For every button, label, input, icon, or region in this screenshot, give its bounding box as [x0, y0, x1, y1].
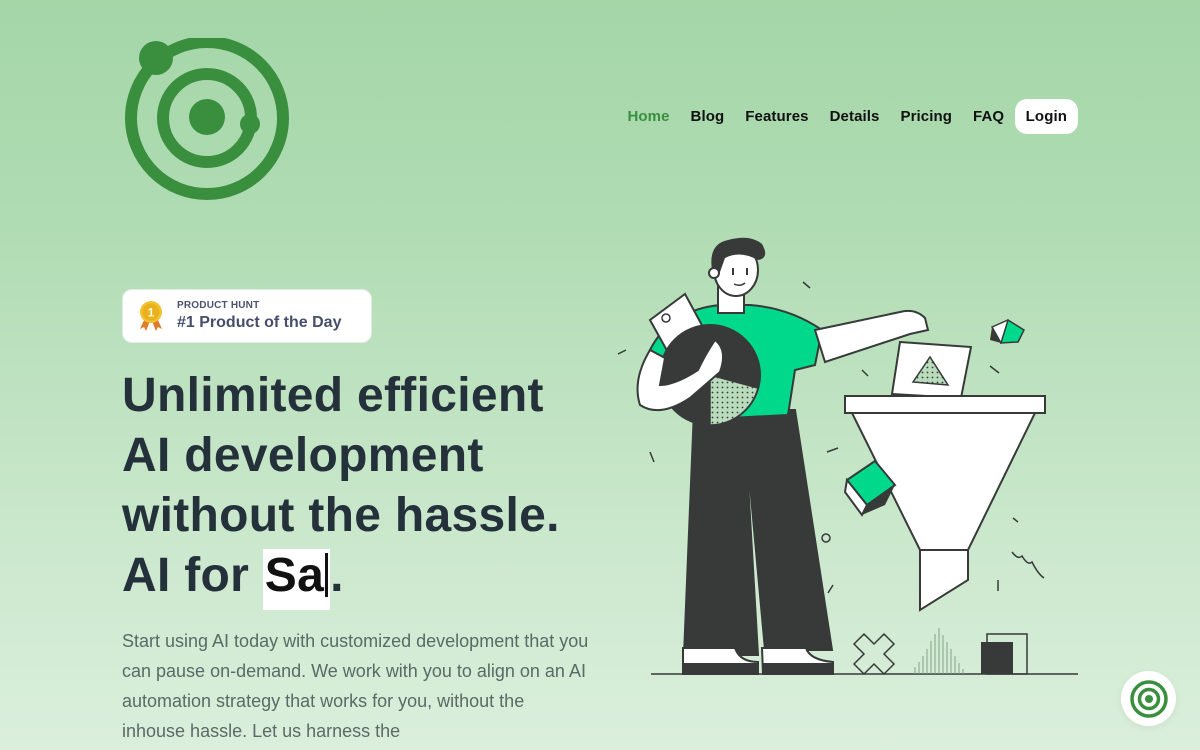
headline-typed-prefix: AI for	[122, 549, 263, 602]
orbit-rings-icon	[125, 36, 289, 200]
nav-faq[interactable]: FAQ	[963, 100, 1015, 133]
typed-word: Sa	[262, 549, 331, 610]
x-shape	[852, 632, 896, 676]
login-button[interactable]: Login	[1014, 99, 1078, 134]
orbit-rings-icon	[1129, 679, 1168, 718]
pants	[682, 409, 834, 656]
product-hunt-badge[interactable]: 1 PRODUCT HUNT #1 Product of the Day	[122, 289, 372, 343]
headline-line-3: without the hassle.	[122, 489, 560, 542]
hero-headline: Unlimited efficient AI development witho…	[122, 366, 602, 610]
nav-pricing[interactable]: Pricing	[890, 100, 963, 133]
badge-text: PRODUCT HUNT #1 Product of the Day	[177, 300, 341, 332]
medal-icon: 1	[140, 301, 162, 331]
brand-logo[interactable]	[122, 36, 294, 202]
person-with-funnel-illustration	[610, 230, 1080, 690]
nav-home[interactable]: Home	[617, 100, 680, 133]
bar-lines	[914, 628, 964, 674]
funnel-rim	[844, 395, 1046, 414]
hero-description: Start using AI today with customized dev…	[122, 631, 589, 741]
cube-small	[990, 318, 1025, 345]
nav-details[interactable]: Details	[819, 100, 890, 133]
badge-title: #1 Product of the Day	[177, 314, 342, 331]
illustration-svg	[617, 237, 1078, 676]
funnel-spout	[919, 549, 969, 612]
typed-word-text: Sa	[264, 549, 325, 602]
nav-blog[interactable]: Blog	[680, 100, 735, 133]
headline-line-1: Unlimited efficient	[122, 369, 544, 422]
main-nav: Home Blog Features Details Pricing FAQ L…	[617, 99, 1078, 134]
headline-line-2: AI development	[122, 429, 484, 482]
headline-typed-suffix: .	[330, 549, 344, 602]
badge-kicker: PRODUCT HUNT	[177, 300, 260, 311]
nav-features[interactable]: Features	[735, 100, 819, 133]
typing-caret	[325, 553, 329, 597]
medal-number: 1	[148, 306, 155, 320]
square-filled	[981, 642, 1013, 674]
chat-widget-button[interactable]	[1121, 671, 1176, 726]
